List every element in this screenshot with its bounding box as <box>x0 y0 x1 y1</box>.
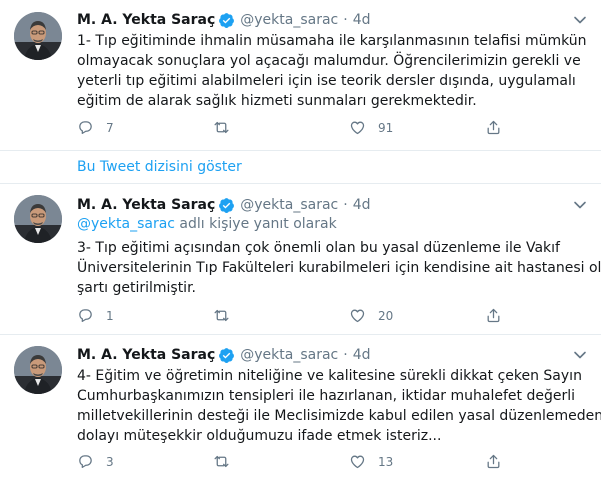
share-button[interactable] <box>485 453 502 470</box>
reply-icon <box>79 121 92 135</box>
reply-count: 1 <box>106 308 114 323</box>
timestamp[interactable]: 4d <box>353 347 371 363</box>
chevron-down-icon[interactable] <box>573 197 587 211</box>
retweet-icon <box>214 309 229 322</box>
tweet-1[interactable]: M. A. Yekta Saraç @yekta_sarac · 4d 1- T… <box>0 0 601 150</box>
reply-icon <box>79 455 92 469</box>
display-name[interactable]: M. A. Yekta Saraç <box>77 197 215 213</box>
tweet-text-line: 4- Eğitim ve öğretimin niteliğine ve kal… <box>77 368 582 384</box>
tweet-header: M. A. Yekta Saraç @yekta_sarac · 4d <box>77 345 371 365</box>
reply-count: 3 <box>106 454 114 469</box>
user-handle[interactable]: @yekta_sarac <box>240 12 338 28</box>
like-button[interactable]: 13 <box>349 453 393 470</box>
tweet-text-line: eğitim de alarak sağlık hizmeti sunmalar… <box>77 93 477 109</box>
tweet-text: 1- Tıp eğitiminde ihmalin müsamaha ile k… <box>77 31 589 111</box>
heart-icon <box>350 309 365 323</box>
show-thread-link[interactable]: Bu Tweet dizisini göster <box>77 159 242 175</box>
reply-icon <box>79 309 92 323</box>
share-icon <box>487 120 500 135</box>
retweet-button[interactable] <box>213 119 242 136</box>
heart-icon <box>350 121 365 135</box>
reply-to-label: adlı kişiye yanıt olarak <box>174 216 337 232</box>
verified-badge-icon <box>218 12 235 29</box>
tweet-text-line: 1- Tıp eğitiminde ihmalin müsamaha ile k… <box>77 33 587 49</box>
display-name[interactable]: M. A. Yekta Saraç <box>77 347 215 363</box>
like-count: 13 <box>378 454 394 469</box>
reply-to-mention[interactable]: @yekta_sarac <box>77 216 175 232</box>
tweet-text-line: Cumhurbaşkanımızın tensipleri ile hazırl… <box>77 388 575 404</box>
like-button[interactable]: 91 <box>349 119 393 136</box>
tweet-2[interactable]: M. A. Yekta Saraç @yekta_sarac · 4d @yek… <box>0 184 601 334</box>
tweet-3[interactable]: M. A. Yekta Saraç @yekta_sarac · 4d 4- E… <box>0 335 601 483</box>
share-button[interactable] <box>485 119 502 136</box>
tweet-text-line: dolayı müteşekkir olduğumuzu ifade etmek… <box>77 428 442 444</box>
tweet-text: 3- Tıp eğitimi açısından çok önemli olan… <box>77 238 601 298</box>
tweet-header: M. A. Yekta Saraç @yekta_sarac · 4d <box>77 10 371 30</box>
separator-dot: · <box>343 347 348 363</box>
reply-button[interactable]: 1 <box>77 307 114 324</box>
tweet-actions: 3 13 <box>77 453 517 473</box>
avatar[interactable] <box>14 12 62 60</box>
tweet-text-line: milletvekillerinin desteği ile Meclisimi… <box>77 408 601 424</box>
avatar[interactable] <box>14 195 62 243</box>
divider <box>0 150 601 151</box>
tweet-text-line: Üniversitelerinin Tıp Fakülteleri kurabi… <box>77 260 601 276</box>
tweet-text-line: şartı getirilmiştir. <box>77 280 196 296</box>
like-button[interactable]: 20 <box>349 307 393 324</box>
share-icon <box>487 454 500 469</box>
tweet-text-line: 3- Tıp eğitimi açısından çok önemli olan… <box>77 240 560 256</box>
separator-dot: · <box>343 197 348 213</box>
verified-badge-icon <box>218 347 235 364</box>
separator-dot: · <box>343 12 348 28</box>
tweet-text-line: yeterli tıp eğitimi alabilmeleri için is… <box>77 73 576 89</box>
tweet-actions: 1 20 <box>77 307 517 327</box>
tweet-actions: 7 91 <box>77 119 517 139</box>
like-count: 91 <box>378 120 394 135</box>
avatar[interactable] <box>14 346 62 394</box>
retweet-button[interactable] <box>213 307 242 324</box>
retweet-icon <box>214 455 229 468</box>
display-name[interactable]: M. A. Yekta Saraç <box>77 12 215 28</box>
verified-badge-icon <box>218 197 235 214</box>
user-handle[interactable]: @yekta_sarac <box>240 197 338 213</box>
tweet-text-line: olmayacak sonuçlara yol açacağı malumdur… <box>77 53 581 69</box>
share-icon <box>487 308 500 323</box>
chevron-down-icon[interactable] <box>573 12 587 26</box>
tweet-header: M. A. Yekta Saraç @yekta_sarac · 4d <box>77 195 371 215</box>
user-handle[interactable]: @yekta_sarac <box>240 347 338 363</box>
share-button[interactable] <box>485 307 502 324</box>
reply-button[interactable]: 7 <box>77 119 114 136</box>
tweet-text: 4- Eğitim ve öğretimin niteliğine ve kal… <box>77 366 601 446</box>
reply-button[interactable]: 3 <box>77 453 114 470</box>
reply-count: 7 <box>106 120 114 135</box>
reply-context: @yekta_sarac adlı kişiye yanıt olarak <box>77 216 337 232</box>
timestamp[interactable]: 4d <box>353 12 371 28</box>
like-count: 20 <box>378 308 394 323</box>
timestamp[interactable]: 4d <box>353 197 371 213</box>
retweet-icon <box>214 121 229 134</box>
heart-icon <box>350 455 365 469</box>
chevron-down-icon[interactable] <box>573 347 587 361</box>
retweet-button[interactable] <box>213 453 242 470</box>
